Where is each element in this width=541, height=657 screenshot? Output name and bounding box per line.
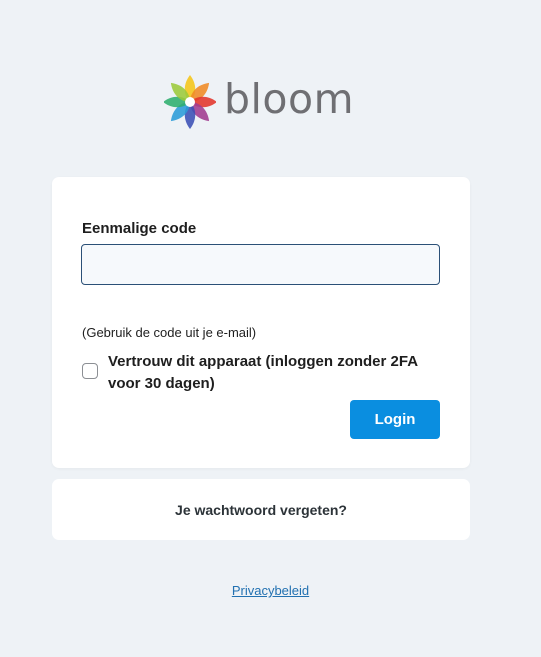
flower-icon [164, 75, 216, 129]
two-factor-card: Eenmalige code (Gebruik de code uit je e… [52, 177, 470, 468]
privacy-footer: Privacybeleid [0, 582, 541, 600]
login-button[interactable]: Login [350, 400, 440, 439]
forgot-password-card: Je wachtwoord vergeten? [52, 479, 470, 540]
code-field-label: Eenmalige code [82, 220, 197, 237]
privacy-policy-link[interactable]: Privacybeleid [232, 583, 309, 598]
forgot-password-link[interactable]: Je wachtwoord vergeten? [175, 502, 347, 518]
code-hint: (Gebruik de code uit je e-mail) [82, 325, 257, 340]
trust-device-checkbox[interactable] [82, 363, 98, 379]
trust-device-label[interactable]: Vertrouw dit apparaat (inloggen zonder 2… [108, 351, 438, 395]
bloom-logo: bloom [164, 72, 354, 132]
brand-name: bloom [224, 74, 355, 123]
code-input[interactable] [81, 244, 440, 285]
